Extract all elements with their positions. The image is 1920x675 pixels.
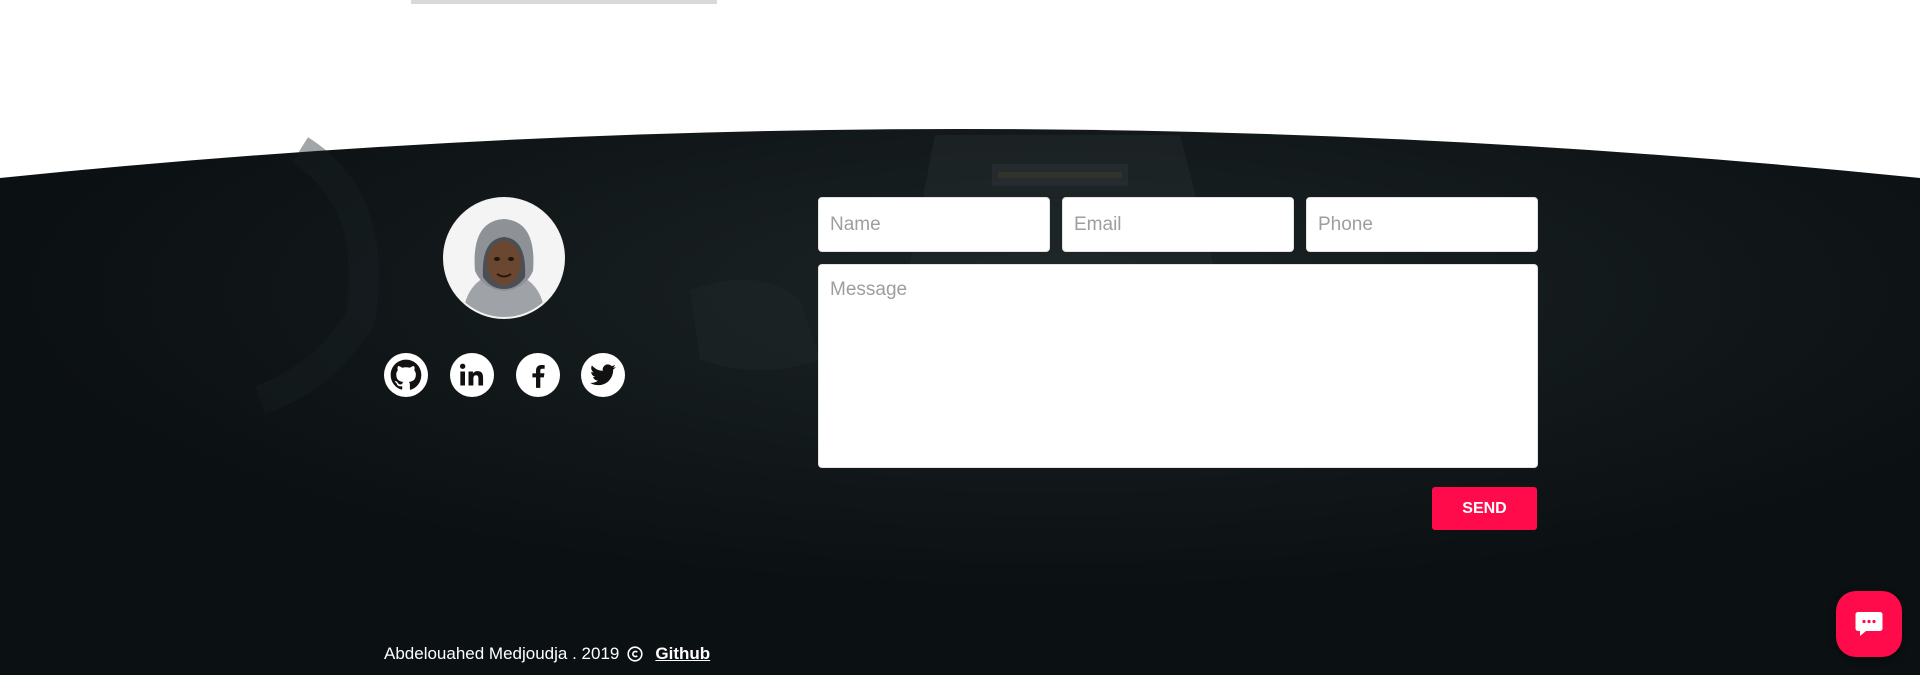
chat-widget-button[interactable] <box>1836 591 1902 657</box>
send-button[interactable]: SEND <box>1432 487 1537 530</box>
profile-avatar <box>443 197 565 319</box>
contact-footer: SEND Abdelouahed Medjoudja . 2019 Github <box>0 0 1920 675</box>
github-link[interactable] <box>384 353 428 397</box>
facebook-link[interactable] <box>516 353 560 397</box>
facebook-icon <box>532 364 545 388</box>
twitter-icon <box>590 364 616 386</box>
person-avatar-icon <box>445 199 563 317</box>
email-input[interactable] <box>1062 197 1294 252</box>
github-text-link[interactable]: Github <box>655 644 710 664</box>
linkedin-icon <box>459 363 484 386</box>
name-input[interactable] <box>818 197 1050 252</box>
footer-credits: Abdelouahed Medjoudja . 2019 Github <box>384 643 710 665</box>
credit-text: Abdelouahed Medjoudja . 2019 <box>384 644 620 663</box>
github-icon <box>390 359 422 390</box>
twitter-link[interactable] <box>581 353 625 397</box>
linkedin-link[interactable] <box>450 353 494 397</box>
message-textarea[interactable] <box>818 264 1538 468</box>
copyright-icon <box>627 646 643 662</box>
page: SEND Abdelouahed Medjoudja . 2019 Github <box>0 0 1920 675</box>
phone-input[interactable] <box>1306 197 1538 252</box>
chat-bubble-icon <box>1855 612 1883 636</box>
